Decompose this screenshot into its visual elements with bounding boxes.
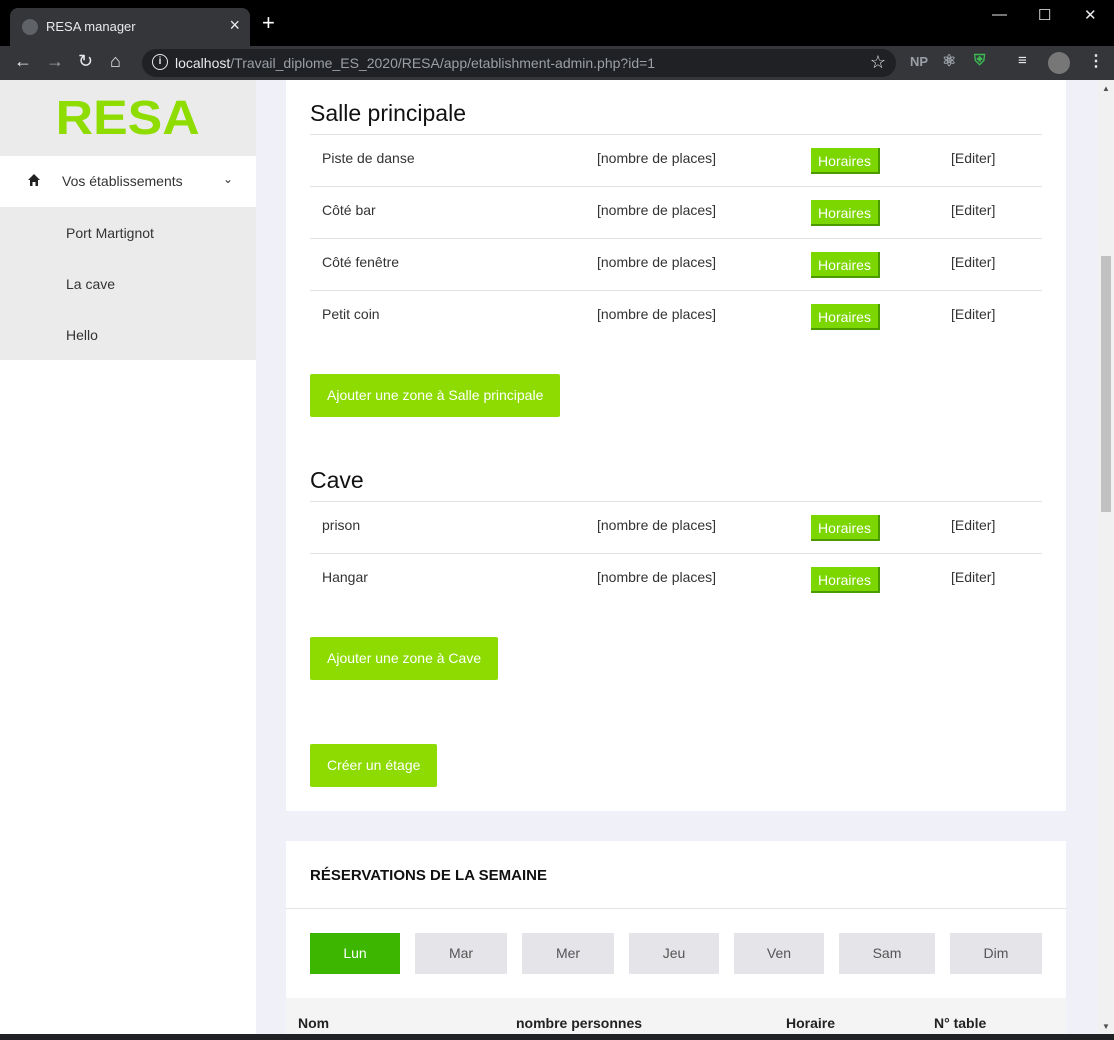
zone-name: Côté bar — [322, 202, 376, 218]
zone-name: Piste de danse — [322, 150, 415, 166]
schedule-button[interactable]: Horaires — [811, 148, 880, 174]
scrollbar-thumb[interactable] — [1101, 256, 1111, 512]
globe-icon — [22, 19, 38, 35]
chevron-down-icon: ⌄ — [223, 172, 234, 186]
column-header-nom: Nom — [298, 1015, 330, 1031]
schedule-button[interactable]: Horaires — [811, 252, 880, 278]
back-icon[interactable]: ← — [14, 51, 32, 72]
browser-tab[interactable]: RESA manager × — [10, 8, 250, 46]
info-icon[interactable]: i — [152, 54, 168, 70]
forward-icon[interactable]: → — [46, 51, 64, 72]
zone-places: [nombre de places] — [597, 569, 717, 585]
house-icon — [28, 174, 40, 186]
np-extension-icon[interactable]: NP — [910, 54, 928, 69]
logo-area: RESA — [0, 80, 256, 156]
reload-icon[interactable]: ↻ — [78, 51, 93, 72]
column-header-persons: nombre personnes — [516, 1015, 643, 1031]
reservations-table-header: Nom nombre personnes Horaire N° table — [286, 998, 1066, 1034]
zone-row: Hangar [nombre de places] Horaires [Edit… — [310, 553, 1042, 605]
schedule-button[interactable]: Horaires — [811, 200, 880, 226]
establishments-submenu: Port Martignot La cave Hello — [0, 207, 256, 360]
add-zone-button[interactable]: Ajouter une zone à Cave — [310, 637, 499, 680]
column-header-horaire: Horaire — [786, 1015, 836, 1031]
establishments-menu-label: Vos établissements — [62, 173, 183, 189]
sidebar: RESA Vos établissements ⌄ Port Martignot… — [0, 80, 256, 1034]
browser-titlebar: RESA manager × + — ☐ ✕ — [0, 0, 1114, 46]
edit-link[interactable]: [Editer] — [951, 306, 995, 322]
floor-title-cave: Cave — [310, 467, 364, 493]
edit-link[interactable]: [Editer] — [951, 517, 995, 533]
zone-places: [nombre de places] — [597, 306, 717, 322]
maximize-icon[interactable]: ☐ — [1038, 6, 1051, 24]
day-tab-dim[interactable]: Dim — [950, 933, 1042, 974]
day-tab-jeu[interactable]: Jeu — [629, 933, 719, 974]
minimize-icon[interactable]: — — [992, 6, 1007, 23]
page-scrollbar[interactable]: ▲ ▼ — [1098, 80, 1114, 1034]
divider — [286, 908, 1066, 909]
url-text[interactable]: localhost/Travail_diplome_ES_2020/RESA/a… — [175, 55, 655, 71]
edit-link[interactable]: [Editer] — [951, 254, 995, 270]
address-bar[interactable]: i localhost/Travail_diplome_ES_2020/RESA… — [142, 49, 896, 77]
day-tab-sam[interactable]: Sam — [839, 933, 935, 974]
day-tab-ven[interactable]: Ven — [734, 933, 824, 974]
bookmark-star-icon[interactable]: ☆ — [870, 52, 886, 73]
browser-toolbar: ← → ↻ ⌂ i localhost/Travail_diplome_ES_2… — [0, 46, 1114, 80]
close-window-icon[interactable]: ✕ — [1084, 6, 1097, 24]
edit-link[interactable]: [Editer] — [951, 569, 995, 585]
schedule-button[interactable]: Horaires — [811, 515, 880, 541]
create-floor-button[interactable]: Créer un étage — [310, 744, 438, 787]
sidebar-item-hello[interactable]: Hello — [0, 309, 256, 360]
zone-row: prison [nombre de places] Horaires [Edit… — [310, 501, 1042, 553]
menu-kebab-icon[interactable]: ⋮ — [1088, 51, 1104, 71]
sidebar-item-la-cave[interactable]: La cave — [0, 258, 256, 309]
zone-places: [nombre de places] — [597, 517, 717, 533]
schedule-button[interactable]: Horaires — [811, 304, 880, 330]
home-icon[interactable]: ⌂ — [110, 51, 121, 72]
edit-link[interactable]: [Editer] — [951, 150, 995, 166]
zone-row: Côté bar [nombre de places] Horaires [Ed… — [310, 186, 1042, 238]
react-devtools-icon[interactable]: ⚛ — [942, 51, 956, 71]
day-tab-lun[interactable]: Lun — [310, 933, 400, 974]
close-tab-icon[interactable]: × — [229, 15, 240, 36]
shield-extension-icon[interactable]: ⛨ — [974, 52, 985, 69]
add-zone-button[interactable]: Ajouter une zone à Salle principale — [310, 374, 561, 417]
tab-title: RESA manager — [46, 19, 136, 34]
zone-places: [nombre de places] — [597, 254, 717, 270]
sidebar-item-port-martignot[interactable]: Port Martignot — [0, 207, 256, 258]
zone-name: Hangar — [322, 569, 368, 585]
zone-row: Piste de danse [nombre de places] Horair… — [310, 134, 1042, 186]
media-queue-icon[interactable]: ≡ — [1018, 52, 1027, 69]
resa-logo[interactable]: RESA — [56, 91, 200, 146]
zone-places: [nombre de places] — [597, 150, 717, 166]
zone-row: Petit coin [nombre de places] Horaires [… — [310, 290, 1042, 342]
zone-name: Petit coin — [322, 306, 380, 322]
scroll-up-icon[interactable]: ▲ — [1102, 84, 1110, 93]
reservations-heading: RÉSERVATIONS DE LA SEMAINE — [310, 867, 547, 884]
floors-card: Salle principale Piste de danse [nombre … — [286, 80, 1066, 811]
zone-name: prison — [322, 517, 361, 533]
establishments-menu[interactable]: Vos établissements ⌄ — [0, 156, 256, 207]
scroll-down-icon[interactable]: ▼ — [1102, 1022, 1110, 1031]
zone-row: Côté fenêtre [nombre de places] Horaires… — [310, 238, 1042, 290]
zone-name: Côté fenêtre — [322, 254, 400, 270]
profile-avatar[interactable] — [1048, 52, 1070, 74]
floor-title-salle-principale: Salle principale — [310, 100, 466, 126]
column-header-table: N° table — [934, 1015, 987, 1031]
schedule-button[interactable]: Horaires — [811, 567, 880, 593]
zone-places: [nombre de places] — [597, 202, 717, 218]
edit-link[interactable]: [Editer] — [951, 202, 995, 218]
day-tab-mer[interactable]: Mer — [522, 933, 614, 974]
page: RESA Vos établissements ⌄ Port Martignot… — [0, 80, 1098, 1034]
window-bottom-edge — [0, 1034, 1114, 1040]
reservations-card: RÉSERVATIONS DE LA SEMAINE Lun Mar Mer J… — [286, 841, 1066, 1034]
new-tab-icon[interactable]: + — [262, 12, 275, 34]
day-tab-mar[interactable]: Mar — [415, 933, 507, 974]
